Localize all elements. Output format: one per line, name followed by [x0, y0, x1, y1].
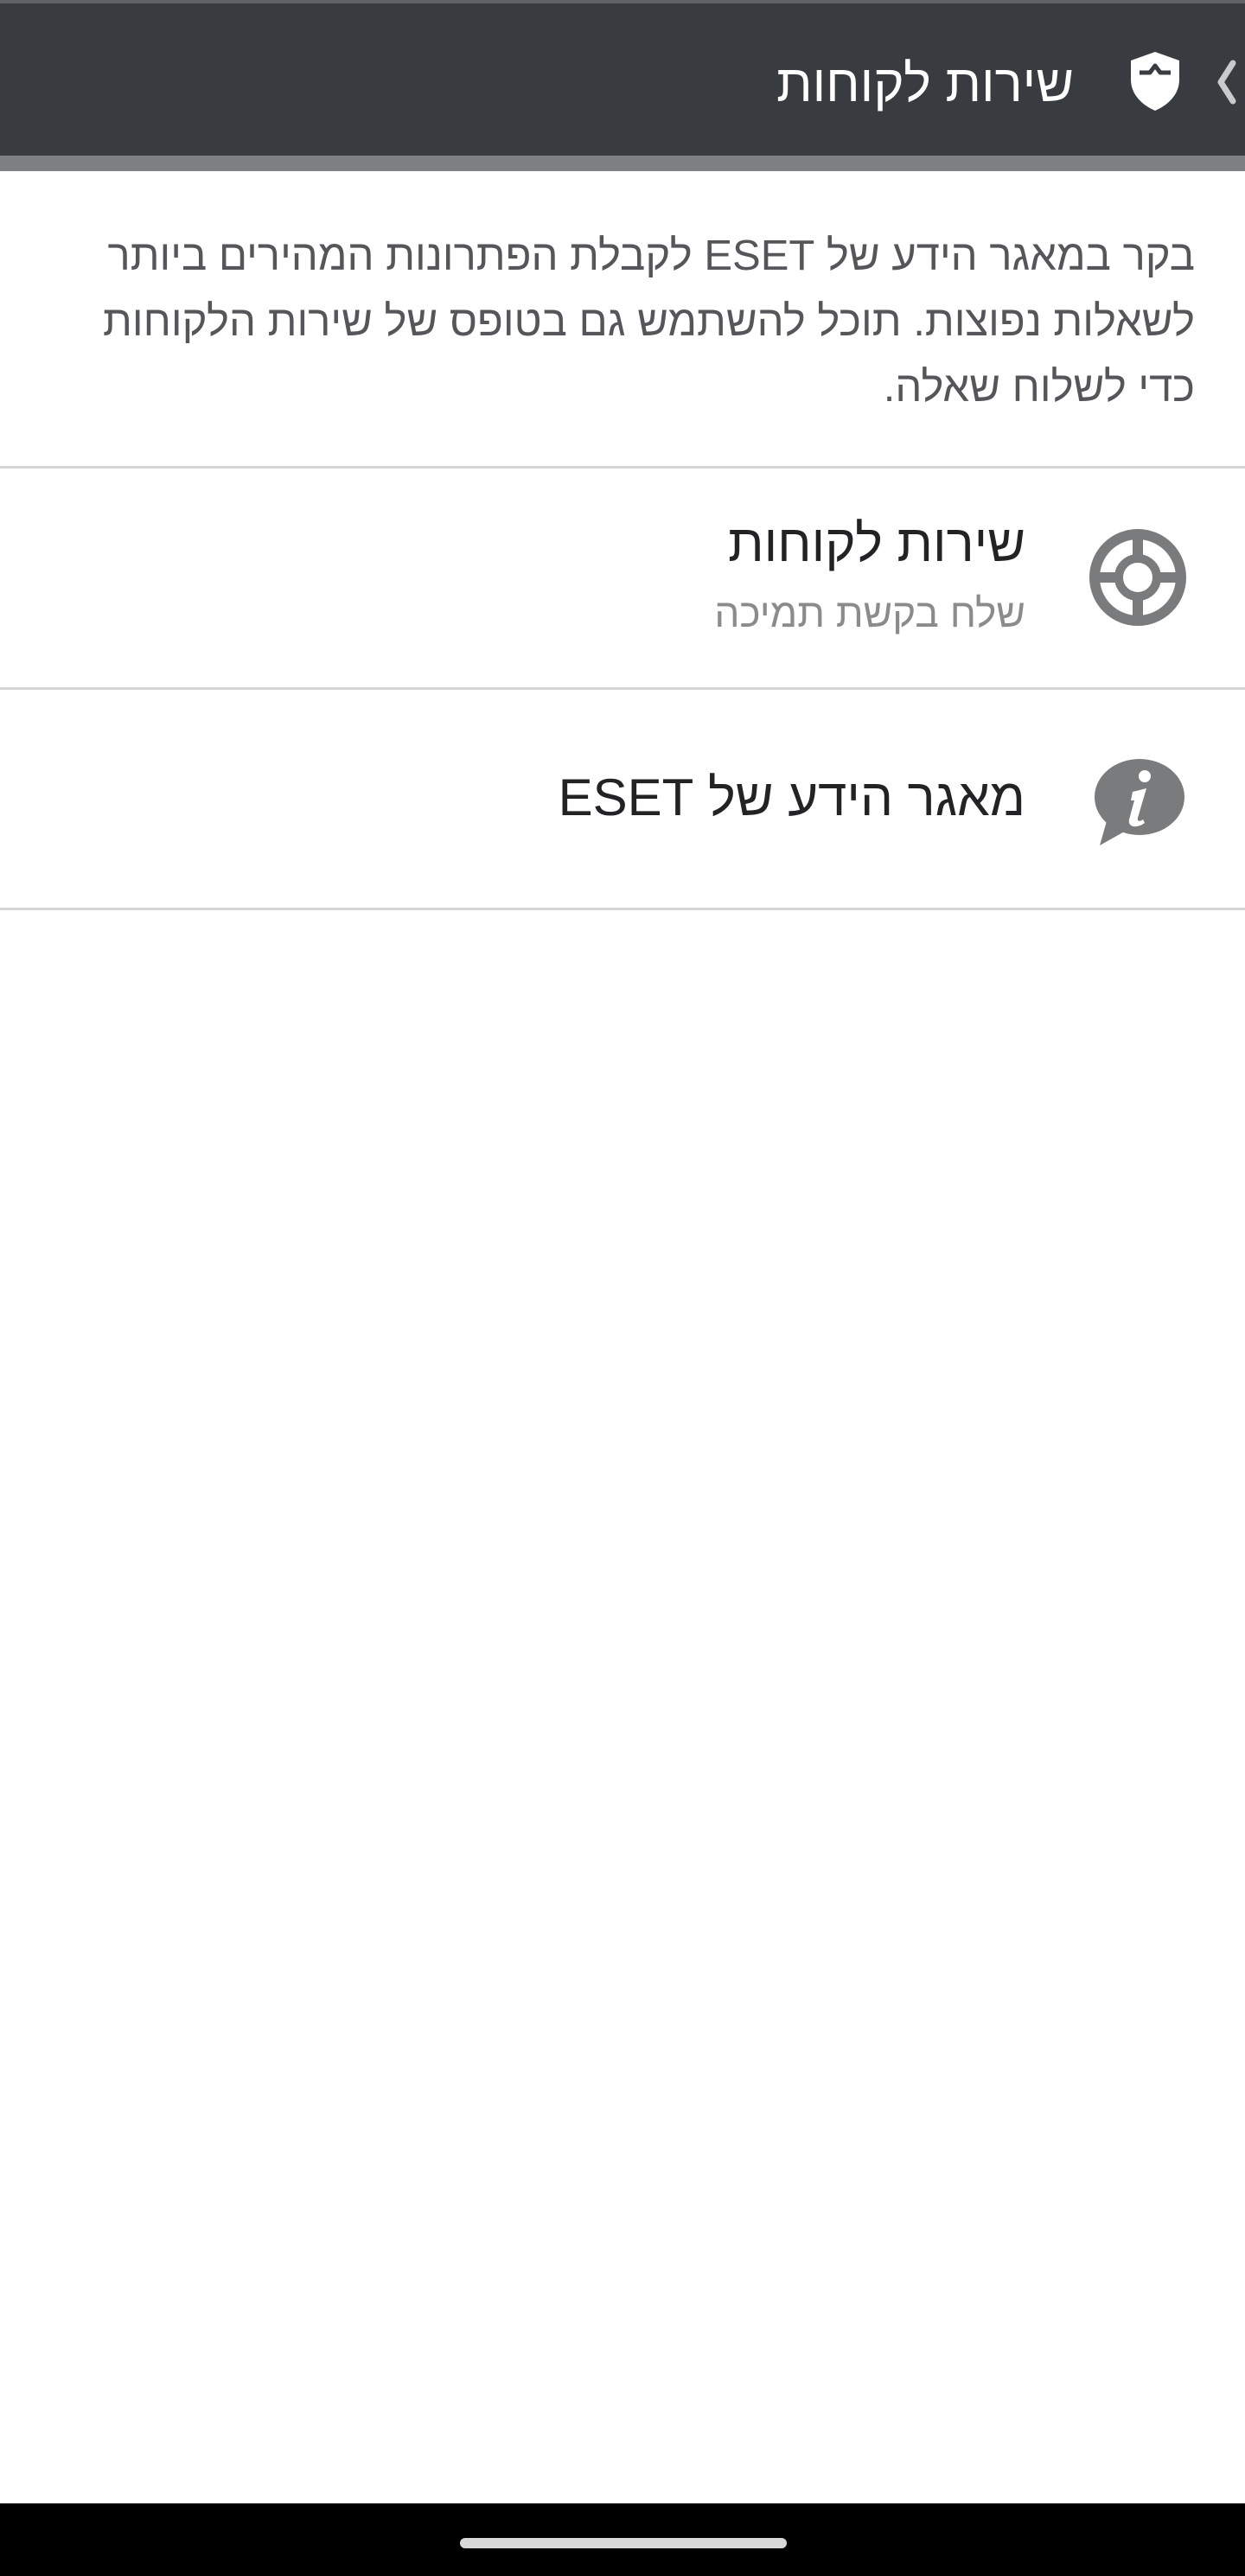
chevron-left-icon	[1217, 60, 1236, 105]
info-bubble-icon	[1088, 754, 1188, 854]
list-item-title: שירות לקוחות	[728, 514, 1025, 572]
divider	[0, 908, 1245, 910]
list-item-subtitle: שלח בקשת תמיכה	[714, 590, 1025, 635]
list-item-title: מאגר הידע של ESET	[558, 768, 1025, 826]
list-item-customer-service[interactable]: שירות לקוחות שלח בקשת תמיכה	[0, 469, 1245, 686]
back-button[interactable]	[1209, 52, 1245, 112]
lifebuoy-icon	[1088, 527, 1188, 628]
page-title: שירות לקוחות	[776, 54, 1074, 112]
app-bar: שירות לקוחות	[0, 0, 1245, 156]
app-bar-shadow	[0, 156, 1245, 171]
eset-shield-icon	[1127, 50, 1183, 112]
list-item-knowledge-base[interactable]: מאגר הידע של ESET	[0, 690, 1245, 908]
intro-text: בקר במאגר הידע של ESET לקבלת הפתרונות המ…	[103, 233, 1195, 411]
page: שירות לקוחות בקר במאגר הידע של ESET לקבל…	[0, 0, 1245, 2576]
home-gesture-handle[interactable]	[460, 2538, 787, 2548]
